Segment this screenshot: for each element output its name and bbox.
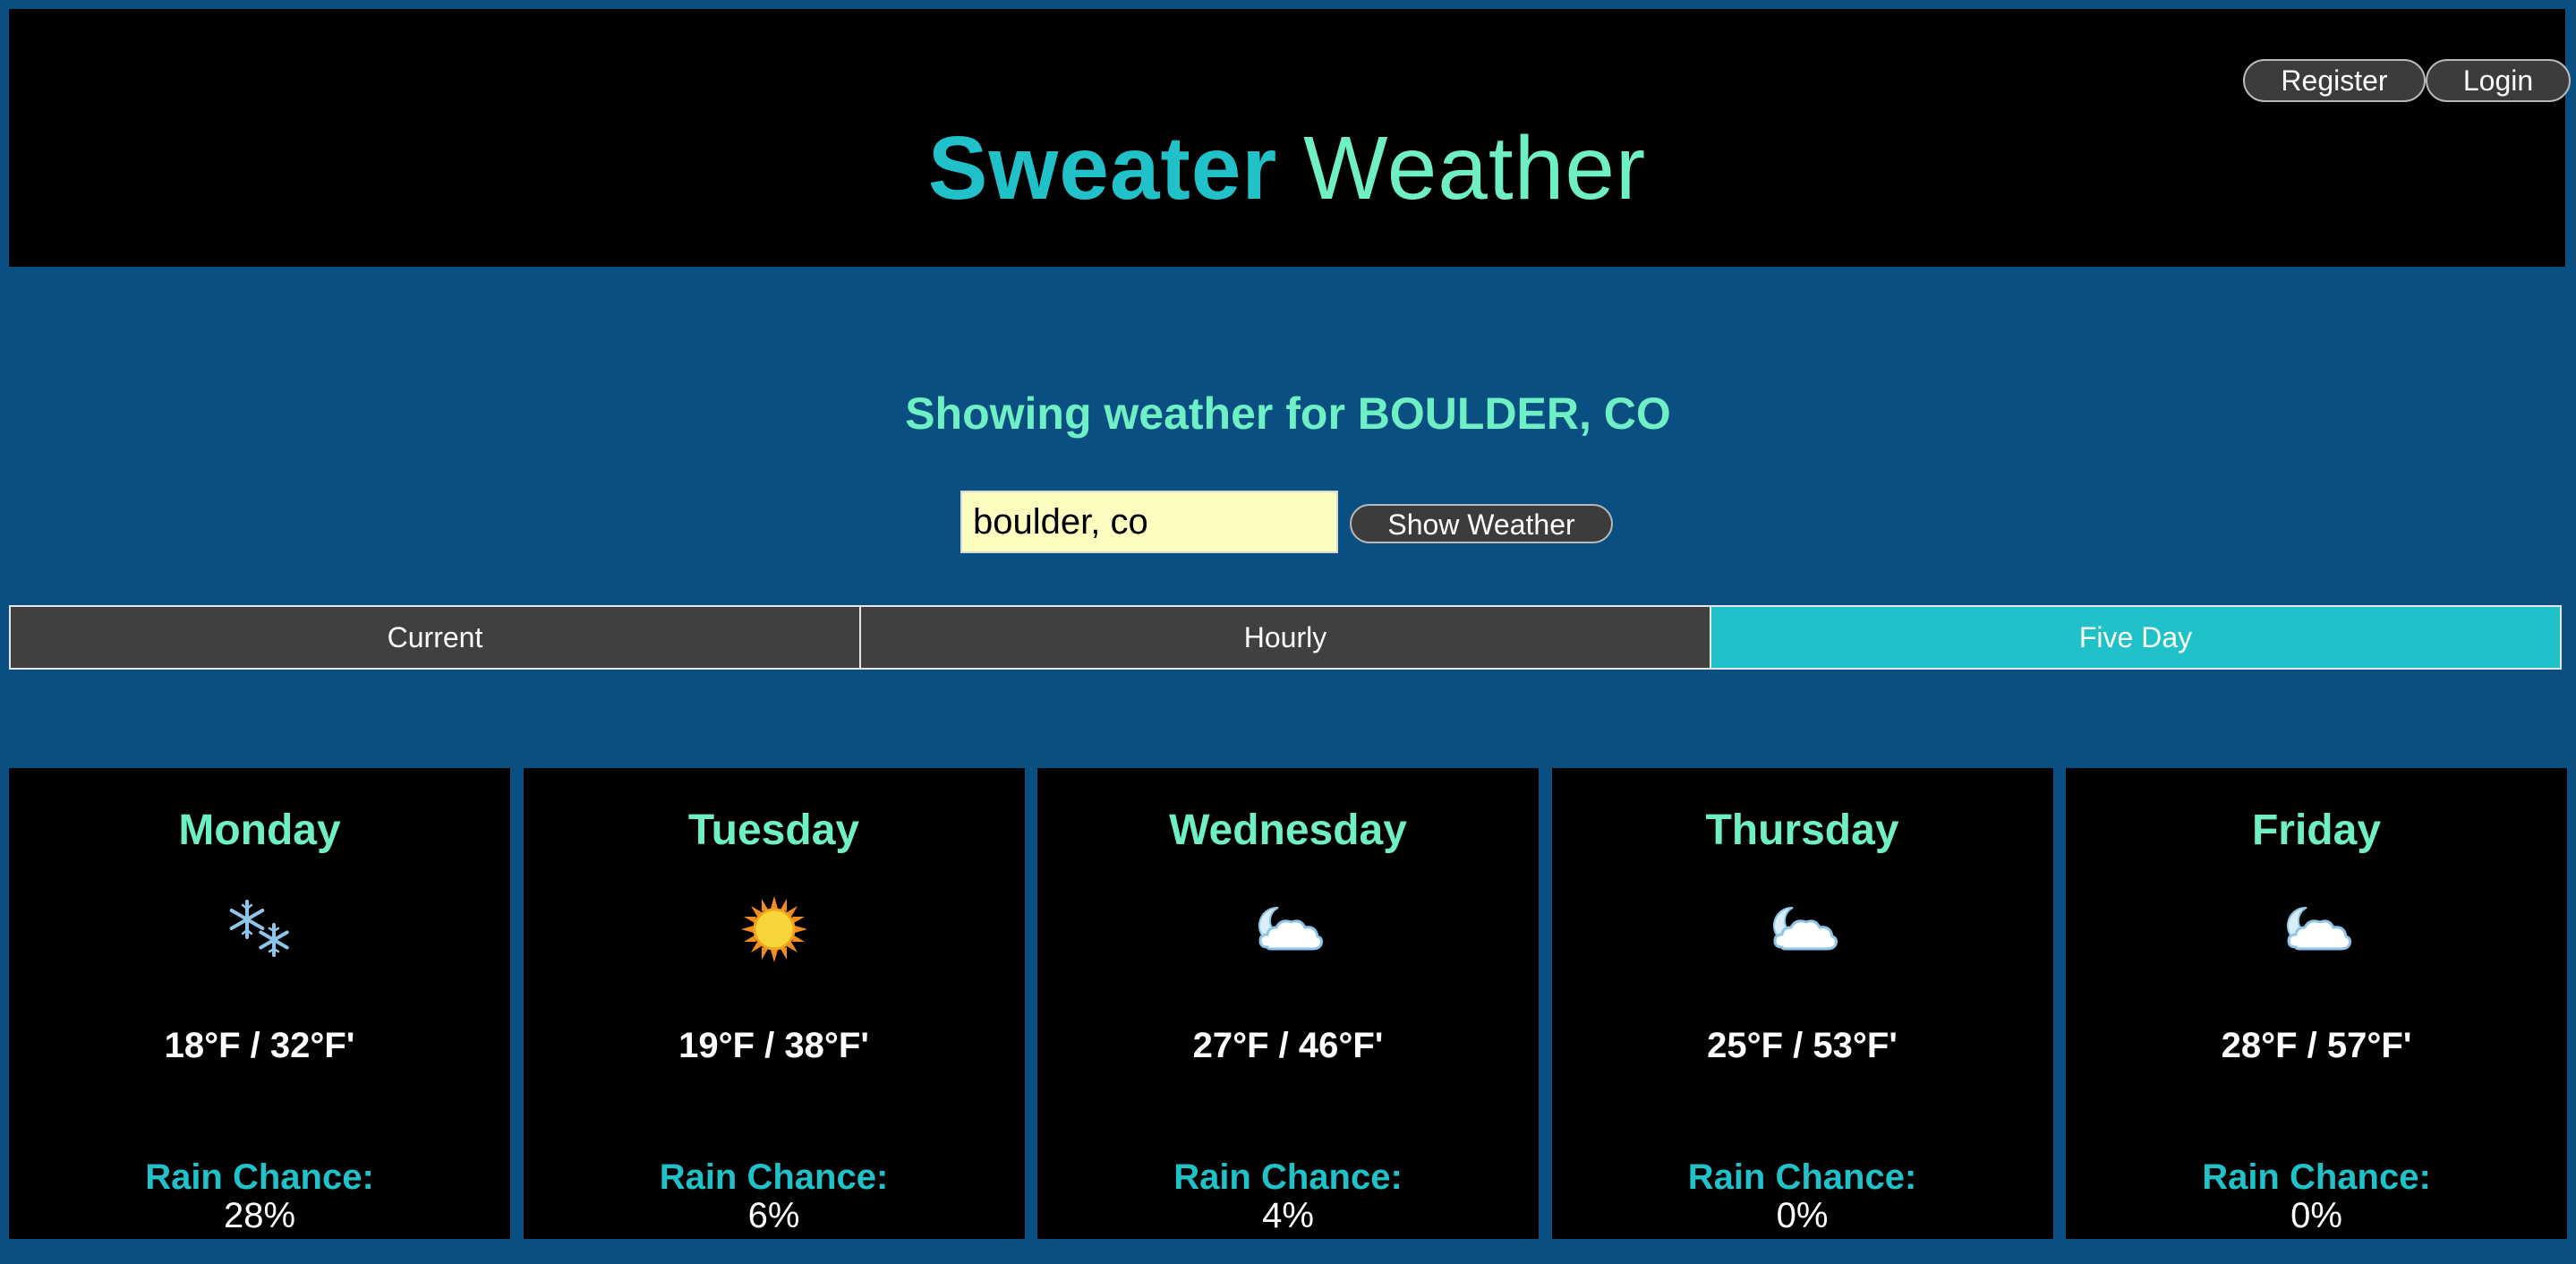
sun-icon — [524, 893, 1025, 965]
location-search-input[interactable] — [960, 491, 1338, 553]
rain-chance-value: 28% — [223, 1196, 296, 1235]
site-header: Register Login Sweater Weather — [9, 9, 2571, 267]
rain-chance-value: 0% — [2290, 1196, 2342, 1235]
forecast-day: Friday — [2251, 807, 2382, 854]
partly-cloudy-night-icon — [2066, 893, 2567, 965]
rain-chance-value: 6% — [747, 1196, 800, 1235]
site-title-light: Weather — [1303, 118, 1647, 218]
forecast-temp: 27°F / 46°F' — [1192, 1026, 1384, 1065]
forecast-card-tuesday: Tuesday 19°F / 38°F' Rain Chance: 6% — [523, 768, 1025, 1239]
snow-icon — [9, 893, 510, 965]
forecast-temp: 19°F / 38°F' — [678, 1026, 869, 1065]
tab-five-day[interactable]: Five Day — [1711, 605, 2562, 670]
tab-current[interactable]: Current — [9, 605, 861, 670]
forecast-card-wednesday: Wednesday 27°F / 46°F' Rain Chance: 4% — [1037, 768, 1539, 1239]
forecast-day: Monday — [178, 807, 341, 854]
rain-chance-value: 4% — [1262, 1196, 1314, 1235]
rain-chance-label: Rain Chance: — [1173, 1157, 1403, 1197]
forecast-card-monday: Monday 18°F / 32°F' Rain Chance: 28% — [9, 768, 510, 1239]
rain-chance-label: Rain Chance: — [659, 1157, 889, 1197]
partly-cloudy-night-icon — [1552, 893, 2053, 965]
five-day-forecast: Monday 18°F / 32°F' Rain Chance: 28% Tue… — [9, 768, 2567, 1239]
forecast-temp: 18°F / 32°F' — [164, 1026, 355, 1065]
forecast-day: Wednesday — [1169, 807, 1407, 854]
forecast-card-friday: Friday 28°F / 57°F' Rain Chance: 0% — [2066, 768, 2567, 1239]
rain-chance-value: 0% — [1776, 1196, 1829, 1235]
tab-hourly[interactable]: Hourly — [861, 605, 1711, 670]
forecast-day: Thursday — [1705, 807, 1899, 854]
forecast-temp: 28°F / 57°F' — [2221, 1026, 2412, 1065]
login-button[interactable]: Login — [2426, 59, 2571, 102]
site-title: Sweater Weather — [9, 115, 2565, 222]
forecast-temp: 25°F / 53°F' — [1707, 1026, 1898, 1065]
show-weather-button[interactable]: Show Weather — [1350, 504, 1613, 543]
forecast-day: Tuesday — [687, 807, 860, 854]
partly-cloudy-night-icon — [1037, 893, 1539, 965]
rain-chance-label: Rain Chance: — [2202, 1157, 2431, 1197]
forecast-card-thursday: Thursday 25°F / 53°F' Rain Chance: 0% — [1551, 768, 2053, 1239]
forecast-tabs: Current Hourly Five Day — [9, 605, 2562, 670]
rain-chance-label: Rain Chance: — [1687, 1157, 1917, 1197]
site-title-bold: Sweater — [927, 118, 1278, 218]
rain-chance-label: Rain Chance: — [145, 1157, 374, 1197]
location-heading: Showing weather for BOULDER, CO — [905, 389, 1671, 439]
register-button[interactable]: Register — [2243, 59, 2426, 102]
